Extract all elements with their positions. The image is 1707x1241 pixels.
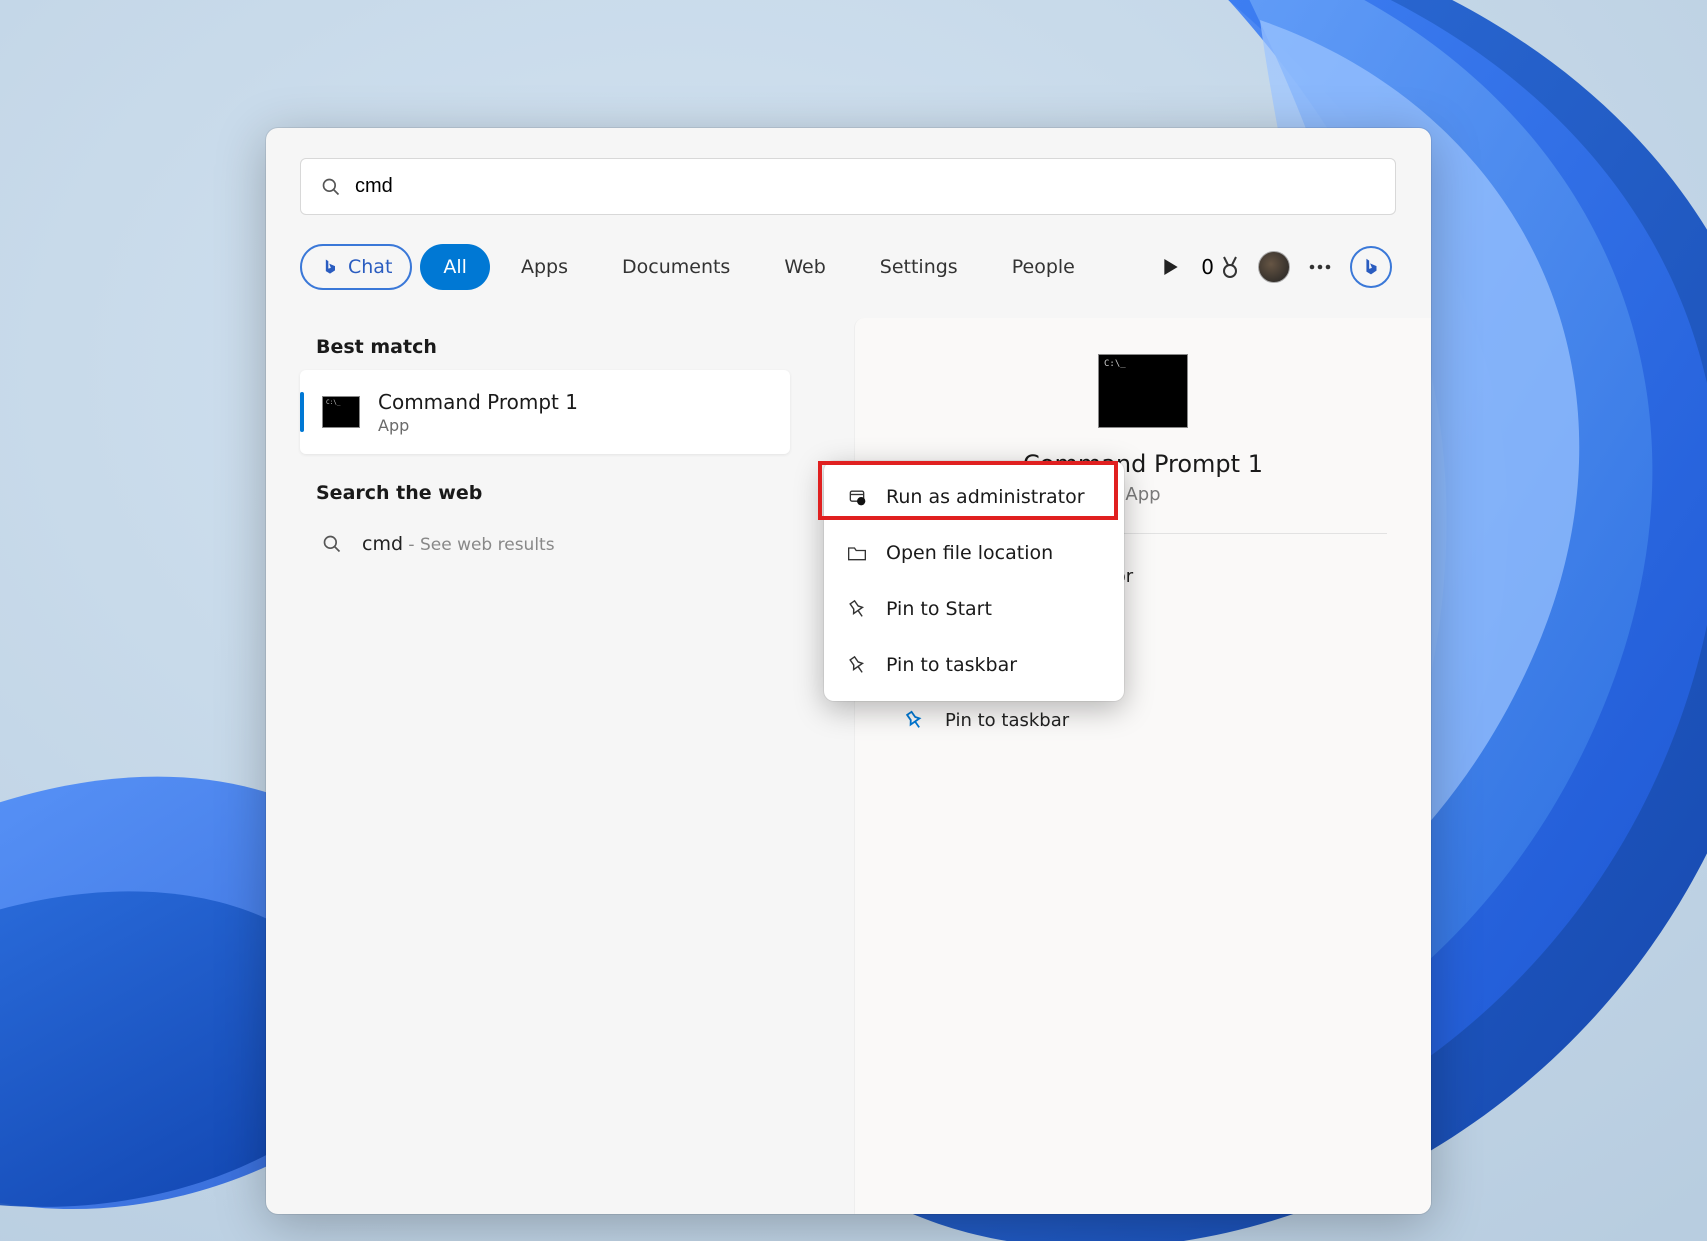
more-options-icon[interactable]: [1308, 264, 1332, 270]
filter-label: People: [1012, 256, 1075, 278]
filter-label: Settings: [880, 256, 958, 278]
cmd-icon-large: [1098, 354, 1188, 428]
pin-icon: [846, 655, 868, 675]
result-kind: App: [378, 416, 578, 435]
bing-chat-button[interactable]: [1350, 246, 1392, 288]
folder-icon: [846, 544, 868, 562]
ctx-pin-start[interactable]: Pin to Start: [824, 581, 1124, 637]
preview-app-kind: App: [1125, 484, 1160, 505]
ctx-run-admin[interactable]: Run as administrator: [824, 469, 1124, 525]
ctx-open-location[interactable]: Open file location: [824, 525, 1124, 581]
web-term: cmd: [362, 533, 403, 555]
section-best-match: Best match: [300, 318, 790, 370]
search-box[interactable]: [300, 158, 1396, 215]
web-search-result[interactable]: cmd - See web results: [300, 516, 790, 572]
filter-all[interactable]: All: [420, 244, 490, 290]
ctx-label: Pin to taskbar: [886, 654, 1017, 676]
pin-icon: [846, 599, 868, 619]
filter-people[interactable]: People: [989, 244, 1098, 290]
ctx-label: Pin to Start: [886, 598, 992, 620]
filter-apps[interactable]: Apps: [498, 244, 591, 290]
context-menu: Run as administrator Open file location …: [824, 461, 1124, 701]
filter-label: Chat: [348, 256, 392, 278]
rewards-count[interactable]: 0: [1201, 255, 1240, 279]
filter-web[interactable]: Web: [761, 244, 848, 290]
ctx-pin-taskbar[interactable]: Pin to taskbar: [824, 637, 1124, 693]
pin-icon: [903, 710, 925, 730]
best-match-result[interactable]: Command Prompt 1 App: [300, 370, 790, 454]
filter-settings[interactable]: Settings: [857, 244, 981, 290]
filter-documents[interactable]: Documents: [599, 244, 753, 290]
search-icon: [321, 177, 341, 197]
shield-admin-icon: [846, 487, 868, 507]
filter-label: Documents: [622, 256, 730, 278]
ctx-label: Run as administrator: [886, 486, 1085, 508]
web-suffix: - See web results: [403, 535, 555, 555]
bing-icon: [320, 256, 340, 278]
search-input[interactable]: [355, 175, 1375, 198]
filter-row: Chat All Apps Documents Web Settings Peo…: [300, 243, 1396, 291]
ctx-label: Open file location: [886, 542, 1053, 564]
scroll-filters-icon[interactable]: [1159, 259, 1183, 275]
filter-label: Web: [784, 256, 825, 278]
filter-label: All: [443, 256, 467, 278]
medal-icon: [1220, 255, 1240, 279]
cmd-icon: [322, 396, 360, 428]
user-avatar[interactable]: [1258, 251, 1290, 283]
section-search-web: Search the web: [300, 464, 790, 516]
filter-label: Apps: [521, 256, 568, 278]
windows-search-panel: Chat All Apps Documents Web Settings Peo…: [266, 128, 1431, 1214]
action-pin-taskbar[interactable]: Pin to taskbar: [899, 696, 1387, 744]
rewards-number: 0: [1201, 255, 1214, 279]
filter-chat[interactable]: Chat: [300, 244, 412, 290]
results-column: Best match Command Prompt 1 App Search t…: [300, 318, 790, 572]
search-icon: [322, 534, 342, 554]
result-name: Command Prompt 1: [378, 390, 578, 414]
action-label: Pin to taskbar: [945, 710, 1069, 731]
preview-pane: Command Prompt 1 App Run as administrato…: [854, 318, 1431, 1214]
